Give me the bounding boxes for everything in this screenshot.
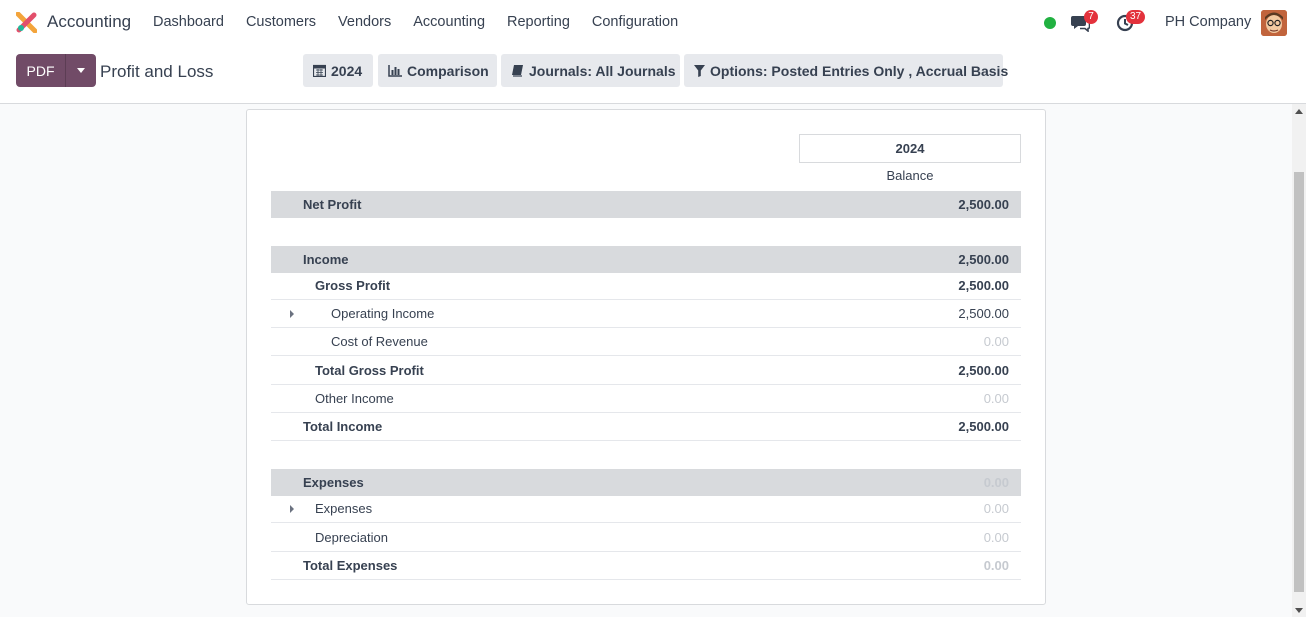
options-filter-label: Options: Posted Entries Only , Accrual B… (710, 62, 1009, 79)
journals-filter-label: Journals: All Journals (529, 62, 676, 79)
row-label: Operating Income (331, 306, 435, 321)
comparison-filter-button[interactable]: Comparison (378, 54, 497, 87)
calendar-icon (313, 64, 326, 77)
pdf-button[interactable]: PDF (16, 54, 66, 87)
row-value[interactable]: 0.00 (984, 530, 1009, 545)
row-label: Gross Profit (315, 278, 391, 293)
book-icon (511, 64, 524, 77)
report-row-cost-of-revenue[interactable]: Cost of Revenue 0.00 (271, 328, 1021, 356)
report-row-operating-income[interactable]: Operating Income 2,500.00 (271, 300, 1021, 328)
filter-icon (694, 64, 705, 77)
page-title: Profit and Loss (100, 62, 214, 81)
column-header-period[interactable]: 2024 (799, 134, 1021, 163)
report-row-depreciation[interactable]: Depreciation 0.00 (271, 524, 1021, 552)
row-label: Expenses (303, 475, 364, 490)
menu-vendors[interactable]: Vendors (338, 14, 391, 30)
row-value[interactable]: 2,500.00 (958, 363, 1009, 378)
row-value[interactable]: 0.00 (984, 334, 1009, 349)
report-row-net-profit[interactable]: Net Profit 2,500.00 (271, 191, 1021, 218)
scroll-down-arrow-icon[interactable] (1295, 608, 1303, 613)
comparison-filter-label: Comparison (407, 62, 489, 79)
report-row-other-income[interactable]: Other Income 0.00 (271, 385, 1021, 413)
menu-accounting[interactable]: Accounting (413, 14, 485, 30)
row-value[interactable]: 0.00 (984, 501, 1009, 516)
row-value[interactable]: 0.00 (984, 391, 1009, 406)
top-navbar: Accounting Dashboard Customers Vendors A… (0, 0, 1306, 46)
row-label: Total Income (303, 419, 383, 434)
row-label: Depreciation (315, 530, 388, 545)
user-avatar[interactable] (1261, 10, 1287, 36)
row-label: Income (303, 252, 349, 267)
row-label: Total Gross Profit (315, 363, 424, 378)
options-filter-button[interactable]: Options: Posted Entries Only , Accrual B… (684, 54, 1008, 87)
report-row-income[interactable]: Income 2,500.00 (271, 246, 1021, 273)
menu-dashboard[interactable]: Dashboard (153, 14, 224, 30)
menu-configuration[interactable]: Configuration (592, 14, 678, 30)
report-row-expenses[interactable]: Expenses 0.00 (271, 495, 1021, 523)
presence-status-icon (1044, 17, 1056, 29)
bar-chart-icon (388, 64, 402, 77)
menu-customers[interactable]: Customers (246, 14, 316, 30)
report-row-expenses-section[interactable]: Expenses 0.00 (271, 469, 1021, 496)
date-filter-label: 2024 (331, 62, 363, 79)
report-row-total-income[interactable]: Total Income 2,500.00 (271, 413, 1021, 441)
date-filter-button[interactable]: 2024 (303, 54, 373, 87)
report-sheet: 2024 Balance Net Profit 2,500.00 Income … (246, 109, 1046, 605)
pdf-dropdown-toggle[interactable] (66, 54, 96, 87)
caret-down-icon (77, 68, 85, 73)
messages-count-badge: 7 (1084, 10, 1098, 24)
company-switcher[interactable]: PH Company (1165, 14, 1251, 30)
report-row-total-gross-profit[interactable]: Total Gross Profit 2,500.00 (271, 357, 1021, 385)
row-label: Cost of Revenue (331, 334, 428, 349)
main-menu: Dashboard Customers Vendors Accounting R… (153, 14, 700, 30)
row-value[interactable]: 2,500.00 (958, 252, 1009, 267)
accounting-app-icon[interactable] (16, 12, 37, 33)
report-row-gross-profit[interactable]: Gross Profit 2,500.00 (271, 272, 1021, 300)
row-value[interactable]: 0.00 (984, 558, 1009, 573)
row-value[interactable]: 2,500.00 (958, 197, 1009, 212)
control-panel: PDF Profit and Loss 2024 Comparison Jour… (0, 46, 1306, 104)
journals-filter-button[interactable]: Journals: All Journals (501, 54, 680, 87)
activities-count-badge: 37 (1126, 10, 1146, 24)
vertical-scrollbar[interactable] (1292, 104, 1306, 617)
menu-reporting[interactable]: Reporting (507, 14, 570, 30)
row-label: Total Expenses (303, 558, 398, 573)
row-value[interactable]: 2,500.00 (958, 278, 1009, 293)
column-subheader-balance: Balance (886, 168, 934, 183)
user-avatar-icon (1261, 10, 1287, 36)
row-value[interactable]: 0.00 (984, 475, 1009, 490)
expand-caret-icon[interactable] (290, 504, 294, 513)
report-row-total-expenses[interactable]: Total Expenses 0.00 (271, 552, 1021, 580)
row-value[interactable]: 2,500.00 (958, 306, 1009, 321)
row-value[interactable]: 2,500.00 (958, 419, 1009, 434)
app-name[interactable]: Accounting (47, 12, 131, 32)
scrollbar-thumb[interactable] (1294, 172, 1304, 592)
row-label: Expenses (315, 501, 373, 516)
row-label: Other Income (315, 391, 394, 406)
row-label: Net Profit (303, 197, 362, 212)
expand-caret-icon[interactable] (290, 309, 294, 318)
scroll-up-arrow-icon[interactable] (1295, 109, 1303, 114)
